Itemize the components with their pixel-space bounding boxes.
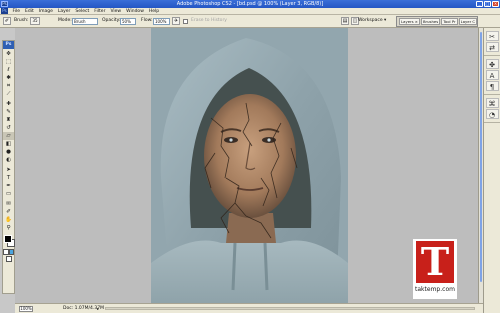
type-tool-icon[interactable]: T (3, 174, 14, 182)
character-icon[interactable]: A (485, 70, 499, 80)
menu-view[interactable]: View (108, 8, 124, 15)
crop-tool-icon[interactable]: ⌗ (3, 82, 14, 90)
zoom-value: 100% (20, 305, 32, 311)
menu-window[interactable]: Window (124, 8, 147, 15)
opacity-field[interactable]: 50% (120, 17, 136, 25)
flow-label: Flow: (141, 18, 153, 23)
airbrush-icon[interactable]: ✈ (172, 17, 180, 25)
path-selection-tool-icon[interactable]: ➤ (3, 166, 14, 174)
blur-tool-icon[interactable]: ● (3, 148, 14, 156)
taktemp-watermark: T taktemp.com (413, 239, 457, 299)
mode-label: Mode: (58, 18, 72, 23)
menu-file[interactable]: File (10, 8, 23, 15)
mode-select[interactable]: Brush (72, 17, 98, 25)
watermark-logo-box: T (416, 241, 454, 283)
palette-well: Layers × Brushes Tool Pr Layer C (396, 16, 478, 27)
palette-tab-tool-presets[interactable]: Tool Pr (441, 18, 458, 25)
foreground-color-swatch[interactable] (4, 235, 12, 243)
file-browser-icon[interactable]: ▤ (341, 17, 349, 25)
zoom-field[interactable]: 100% (19, 305, 33, 312)
erase-to-history-checkbox[interactable] (183, 18, 188, 24)
close-button[interactable]: × (492, 1, 499, 7)
minimize-button[interactable]: _ (476, 1, 483, 7)
notes-tool-icon[interactable]: ✉ (3, 200, 14, 208)
brush-picker[interactable]: 35 (30, 17, 40, 25)
status-menu-arrow-icon[interactable]: ▸ (97, 304, 99, 313)
cracked-face-photo (151, 28, 348, 303)
window-title: Adobe Photoshop CS2 - [bd.psd @ 100% (La… (176, 1, 324, 7)
menu-help[interactable]: Help (146, 8, 161, 15)
opacity-label: Opacity: (102, 18, 121, 23)
brush-size-value: 35 (32, 18, 38, 23)
document-workspace[interactable] (15, 28, 478, 303)
menu-select[interactable]: Select (73, 8, 92, 15)
document-canvas[interactable] (151, 28, 348, 303)
mode-value: Brush (74, 18, 86, 24)
menu-bar: Ps File Edit Image Layer Select Filter V… (0, 8, 500, 15)
tools-ps-badge: Ps (3, 41, 14, 49)
pen-tool-icon[interactable]: ✒ (3, 182, 14, 190)
scroll-thumb[interactable] (480, 32, 482, 282)
healing-brush-tool-icon[interactable]: ✚ (3, 100, 14, 108)
paragraph-icon[interactable]: ¶ (485, 81, 499, 91)
flow-value: 100% (155, 18, 167, 24)
history-brush-tool-icon[interactable]: ↺ (3, 124, 14, 132)
photoshop-app-icon: Ps (1, 1, 8, 7)
shape-tool-icon[interactable]: ▭ (3, 190, 14, 198)
brush-label: Brush: (14, 18, 29, 23)
actions-icon[interactable]: ⌘ (485, 98, 499, 108)
menu-filter[interactable]: Filter (92, 8, 108, 15)
magic-wand-tool-icon[interactable]: ✱ (3, 74, 14, 82)
watermark-letter: T (420, 239, 450, 284)
hand-tool-icon[interactable]: ✋ (3, 216, 14, 224)
screen-mode-button[interactable] (5, 255, 12, 262)
docked-palettes: ✂ ⇄ ✤ A ¶ ⌘ ◔ (483, 28, 500, 313)
swap-icon[interactable]: ⇄ (485, 42, 499, 52)
clone-stamp-tool-icon[interactable]: ♜ (3, 116, 14, 124)
menu-image[interactable]: Image (36, 8, 55, 15)
palette-tab-layer-comps[interactable]: Layer C (458, 18, 478, 25)
gradient-tool-icon[interactable]: ◧ (3, 140, 14, 148)
eyedropper-tool-icon[interactable]: ✐ (3, 208, 14, 216)
options-bar: ✐ Brush: 35 Mode: Brush Opacity: 50% Flo… (0, 15, 500, 28)
menu-layer[interactable]: Layer (55, 8, 73, 15)
erase-to-history-label: Erase to History (191, 18, 227, 23)
tools-panel: Ps ✥ ⬚ ℓ ✱ ⌗ ⟋ ✚ ✎ ♜ ↺ ▱ ◧ ● ◐ ➤ T ✒ ▭ ✉… (2, 40, 15, 294)
color-swatches (3, 234, 15, 248)
opacity-value: 50% (122, 18, 131, 24)
flow-field[interactable]: 100% (153, 17, 170, 25)
palette-tab-layers[interactable]: Layers × (399, 18, 420, 25)
status-bar: 100% Doc: 1.07M/4.37M ▸ (15, 303, 483, 313)
workspace-button[interactable]: Workspace ▾ (358, 17, 386, 25)
navigator-icon[interactable]: ✤ (485, 59, 499, 69)
eraser-preset-icon[interactable]: ✐ (3, 17, 11, 25)
slice-tool-icon[interactable]: ⟋ (3, 90, 14, 98)
history-icon[interactable]: ◔ (485, 109, 499, 119)
lasso-tool-icon[interactable]: ℓ (3, 66, 14, 74)
eraser-tool-icon[interactable]: ▱ (3, 132, 14, 140)
dodge-tool-icon[interactable]: ◐ (3, 156, 14, 164)
marquee-tool-icon[interactable]: ⬚ (3, 58, 14, 66)
move-tool-icon[interactable]: ✥ (3, 50, 14, 58)
watermark-site: taktemp.com (415, 286, 455, 293)
horizontal-scrollbar[interactable] (105, 307, 475, 310)
maximize-button[interactable]: □ (484, 1, 491, 7)
menu-edit[interactable]: Edit (23, 8, 37, 15)
zoom-tool-icon[interactable]: ⚲ (3, 224, 14, 232)
ps-logo-icon: Ps (1, 8, 8, 14)
scissors-icon[interactable]: ✂ (485, 31, 499, 41)
palette-tab-brushes[interactable]: Brushes (420, 18, 441, 25)
quick-mask-button[interactable] (8, 248, 14, 255)
brush-tool-icon[interactable]: ✎ (3, 108, 14, 116)
